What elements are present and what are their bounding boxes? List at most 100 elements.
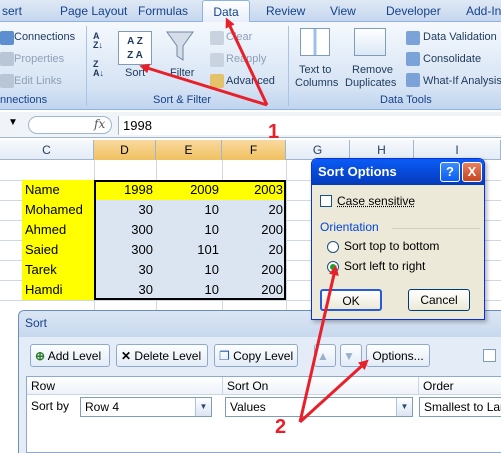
order-value: Smallest to Largest [424,400,501,414]
column-headers: C D E F G H I [0,140,501,160]
copy-level-button[interactable]: ❐ Copy Level [214,344,298,367]
sort-on-value: Values [230,400,266,414]
group-separator [288,26,289,106]
edit-links-icon [0,74,14,88]
delete-level-button[interactable]: ✕ Delete Level [116,344,208,367]
column-header-f[interactable]: F [222,140,286,160]
data-validation-button[interactable]: Data Validation [423,31,497,43]
sort-on-select[interactable]: Values ▼ [225,397,413,417]
column-header-row: Row [27,377,223,395]
properties-button[interactable]: Properties [14,53,64,65]
ribbon: Connections Properties Edit Links nnecti… [0,22,501,110]
remove-duplicates-label-line1[interactable]: Remove [352,64,393,76]
edit-links-button[interactable]: Edit Links [14,75,62,87]
help-button[interactable]: ? [440,162,460,182]
tab-formulas[interactable]: Formulas [138,4,188,18]
column-header-c[interactable]: C [0,140,94,160]
cell-name[interactable]: Hamdi [22,280,94,300]
column-header-e[interactable]: E [156,140,222,160]
column-header-d[interactable]: D [94,140,156,160]
cell-name[interactable]: Tarek [22,260,94,280]
advanced-filter-icon [210,74,224,88]
sort-options-dialog: Sort Options ? X Case sensitive Orientat… [311,158,485,320]
consolidate-button[interactable]: Consolidate [423,53,481,65]
group-separator [86,26,87,106]
text-to-columns-label-line2[interactable]: Columns [295,77,338,89]
my-data-has-headers-checkbox[interactable] [483,349,496,362]
sort-filter-group-label: Sort & Filter [153,94,212,106]
filter-button[interactable]: Filter [170,67,194,79]
remove-duplicates-icon[interactable] [354,28,386,56]
options-button[interactable]: Options... [366,344,430,367]
connections-icon [0,31,14,45]
column-header-sort-on: Sort On [223,377,419,395]
tab-view[interactable]: View [330,4,356,18]
cell-name[interactable]: Saied [22,240,94,260]
add-level-button[interactable]: ⊕ Add Level [30,344,110,367]
delete-level-icon: ✕ [121,349,132,363]
tab-data[interactable]: Data [202,0,250,23]
tab-developer[interactable]: Developer [386,4,441,18]
tab-review[interactable]: Review [266,4,305,18]
sort-a-to-z-icon[interactable]: A Z↓ [93,32,111,52]
sort-z-to-a-icon[interactable]: Z A↓ [93,60,111,80]
filter-funnel-icon[interactable] [165,28,195,64]
insert-function-icon[interactable]: fx [94,117,105,131]
sort-left-to-right-radio[interactable] [327,261,339,273]
chevron-down-icon: ▼ [195,398,211,416]
order-select[interactable]: Smallest to Largest [419,397,501,417]
what-if-analysis-button[interactable]: What-If Analysis [423,75,501,87]
copy-level-label: Copy Level [233,349,294,363]
what-if-analysis-icon [406,73,420,87]
sort-by-row-select[interactable]: Row 4 ▼ [80,397,212,417]
cancel-button[interactable]: Cancel [408,289,470,311]
ok-button[interactable]: OK [320,289,382,311]
sort-top-to-bottom-label[interactable]: Sort top to bottom [344,239,439,253]
sort-icon[interactable]: A ZZ A [118,31,152,65]
clear-icon [210,31,224,45]
sort-levels-table: Row Sort On Order Sort by Row 4 ▼ Values ▼… [26,376,501,453]
properties-icon [0,52,14,66]
add-level-icon: ⊕ [35,349,46,363]
advanced-button[interactable]: Advanced [226,75,275,87]
selection-range-border [94,180,286,300]
orientation-label: Orientation [320,220,379,234]
sort-button[interactable]: Sort [125,67,145,79]
name-box-dropdown-icon[interactable]: ▼ [2,117,24,133]
sort-by-label: Sort by [31,399,70,413]
column-header-order: Order [419,377,501,395]
reapply-icon [210,53,224,67]
case-sensitive-label[interactable]: Case sensitive [337,194,415,208]
close-button[interactable]: X [462,162,482,182]
sort-left-to-right-label[interactable]: Sort left to right [344,259,425,273]
text-to-columns-label-line1[interactable]: Text to [299,64,331,76]
tab-add-ins[interactable]: Add-In [466,4,501,18]
sort-top-to-bottom-radio[interactable] [327,241,339,253]
chevron-down-icon: ▼ [396,398,412,416]
add-level-label: Add Level [47,349,102,363]
clear-button[interactable]: Clear [226,31,252,43]
consolidate-icon [406,52,420,66]
remove-duplicates-label-line2[interactable]: Duplicates [345,77,396,89]
case-sensitive-checkbox[interactable] [320,195,332,207]
text-to-columns-icon[interactable] [300,28,330,56]
move-down-icon[interactable]: ▼ [340,344,362,367]
sort-by-row-value: Row 4 [85,400,120,414]
column-header-g[interactable]: G [286,140,350,160]
delete-level-label: Delete Level [134,349,202,363]
copy-level-icon: ❐ [219,349,230,363]
tab-insert[interactable]: sert [2,4,22,18]
cell-name[interactable]: Mohamed [22,200,94,220]
data-validation-icon [406,31,420,45]
connections-button[interactable]: Connections [14,31,75,43]
tab-page-layout[interactable]: Page Layout [60,4,127,18]
column-header-i[interactable]: I [414,140,501,160]
reapply-button[interactable]: Reapply [226,53,266,65]
move-up-icon[interactable]: ▲ [314,344,336,367]
cell-name[interactable]: Ahmed [22,220,94,240]
cell-c-name[interactable]: Name [22,180,94,200]
data-tools-group-label: Data Tools [380,94,432,106]
formula-input[interactable]: 1998 [118,116,501,135]
column-header-h[interactable]: H [350,140,414,160]
connections-group-label: nnections [0,94,48,106]
